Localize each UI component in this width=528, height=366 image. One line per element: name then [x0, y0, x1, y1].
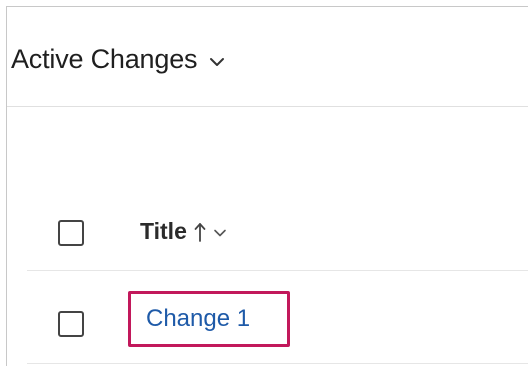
chevron-down-icon [207, 52, 227, 72]
list-view-frame: Active Changes Title Change 1 [6, 6, 528, 366]
chevron-down-icon [213, 226, 227, 240]
header-divider [7, 106, 528, 107]
highlighted-title-cell: Change 1 [128, 291, 290, 347]
view-title: Active Changes [11, 43, 198, 74]
item-title-link[interactable]: Change 1 [146, 305, 250, 333]
column-header-row: Title [27, 201, 528, 271]
column-header-title[interactable]: Title [140, 218, 227, 245]
select-all-checkbox[interactable] [58, 220, 84, 246]
row-select-checkbox[interactable] [58, 311, 84, 337]
column-header-label: Title [140, 218, 187, 244]
sort-ascending-arrow-icon [193, 221, 207, 243]
table-row[interactable]: Change 1 [27, 272, 528, 364]
view-selector[interactable]: Active Changes [11, 35, 227, 83]
